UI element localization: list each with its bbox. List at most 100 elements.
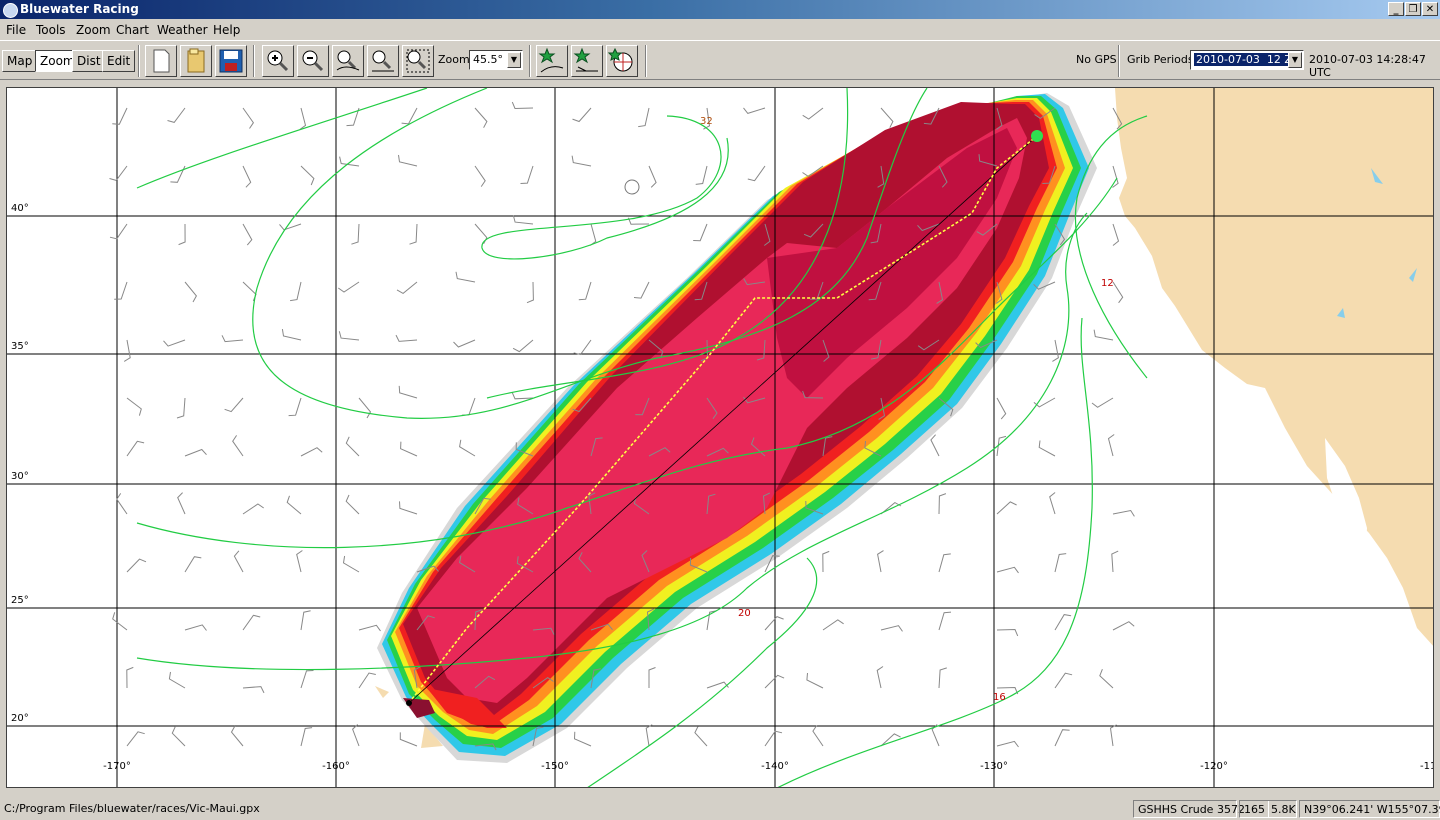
zoom-route-icon	[336, 50, 360, 71]
wind-barb	[1107, 434, 1115, 457]
zoom-in-button[interactable]	[262, 45, 294, 77]
toolbar-separator	[529, 45, 531, 77]
wind-barb	[279, 223, 302, 231]
wind-barb	[930, 434, 940, 457]
zoom-fit-icon	[372, 50, 394, 72]
current-position-marker[interactable]	[624, 179, 640, 195]
zoom-route-button[interactable]	[332, 45, 364, 77]
wind-barb	[168, 671, 186, 689]
zoom-select[interactable]: 45.5° ▼	[469, 50, 523, 70]
wind-barb	[358, 397, 372, 419]
wind-barb	[184, 281, 198, 303]
restore-button[interactable]: ❐	[1405, 2, 1421, 16]
wind-barb	[520, 165, 534, 184]
wind-barb	[743, 107, 766, 114]
wind-barb	[1112, 223, 1120, 246]
wind-barb	[221, 335, 244, 343]
edit-mode-button[interactable]: Edit	[102, 50, 136, 72]
wind-barb	[1038, 440, 1056, 457]
land-mass	[1115, 88, 1433, 646]
route-icon	[538, 47, 564, 73]
lon-label: -150°	[541, 761, 569, 772]
wind-barb	[300, 165, 315, 186]
isobar-label: 12	[1101, 278, 1114, 289]
zoom-fit-button[interactable]	[367, 45, 399, 77]
wind-barb	[242, 686, 265, 694]
grib-periods-value: 2010-07-03 12 Z	[1194, 53, 1294, 66]
wind-barb	[1093, 329, 1114, 341]
wind-barb	[645, 724, 653, 747]
wind-barb	[230, 725, 244, 747]
chevron-down-icon[interactable]: ▼	[1288, 52, 1302, 68]
new-file-button[interactable]	[145, 45, 177, 77]
wind-barb	[352, 724, 360, 747]
wind-barb	[512, 339, 534, 353]
wind-barb	[398, 385, 418, 399]
wind-barb	[573, 731, 592, 747]
save-button[interactable]	[215, 45, 247, 77]
open-file-button[interactable]	[180, 45, 212, 77]
wind-barb	[126, 440, 145, 457]
lat-label: 30°	[11, 471, 29, 482]
wind-barb	[242, 165, 252, 188]
chevron-down-icon[interactable]: ▼	[507, 52, 521, 68]
app-globe-icon	[3, 3, 18, 18]
wind-barb	[399, 501, 418, 515]
route-button[interactable]	[536, 45, 568, 77]
close-button[interactable]: ✕	[1422, 2, 1438, 16]
wind-barb	[938, 611, 952, 631]
route-optimize-button[interactable]	[571, 45, 603, 77]
start-marker[interactable]	[406, 700, 412, 706]
wind-barb	[126, 558, 147, 573]
wind-barb	[880, 107, 894, 128]
chart-canvas[interactable]: 32 12 20 16 40° 35° 30° 25° 20° -170° -1…	[7, 88, 1434, 788]
wind-barb	[806, 672, 824, 689]
wind-barb	[996, 566, 1019, 574]
lat-label: 40°	[11, 203, 29, 214]
wind-barb	[242, 503, 264, 515]
zoom-area-button[interactable]	[402, 45, 434, 77]
status-count: 165	[1239, 800, 1269, 818]
wind-barb	[572, 107, 592, 123]
wind-barb	[764, 730, 783, 747]
wind-barb	[938, 493, 947, 515]
wind-barb	[461, 397, 476, 416]
wind-speed-corridor	[377, 93, 1097, 763]
wind-barb	[300, 447, 323, 457]
finish-marker[interactable]	[1031, 130, 1043, 142]
wind-barb	[747, 165, 766, 182]
zoom-out-button[interactable]	[297, 45, 329, 77]
wind-barb	[1054, 614, 1072, 631]
window-title: Bluewater Racing	[20, 2, 139, 16]
dist-mode-button[interactable]: Dist	[72, 50, 106, 72]
minimize-button[interactable]: _	[1388, 2, 1404, 16]
menu-zoom[interactable]: Zoom	[76, 23, 111, 37]
wind-barb	[178, 223, 186, 246]
wind-barb	[351, 223, 360, 245]
menu-chart[interactable]: Chart	[116, 23, 149, 37]
wind-barb	[300, 610, 311, 631]
wind-barb	[299, 107, 307, 130]
menu-bar: File Tools Zoom Chart Weather Help	[0, 20, 1440, 39]
toolbar-separator	[645, 45, 647, 77]
wind-barb	[242, 614, 261, 631]
wind-barb	[453, 339, 476, 348]
menu-help[interactable]: Help	[213, 23, 240, 37]
wind-barb	[345, 494, 360, 515]
grib-periods-select[interactable]: 2010-07-03 12 Z ▼	[1190, 50, 1304, 70]
cursor-position: N39°06.241' W155°07.390'	[1299, 800, 1440, 818]
menu-file[interactable]: File	[6, 23, 26, 37]
wind-barb	[342, 555, 360, 573]
lon-label: -130°	[980, 761, 1008, 772]
menu-tools[interactable]: Tools	[36, 23, 66, 37]
weather-chart[interactable]: 32 12 20 16 40° 35° 30° 25° 20° -170° -1…	[6, 87, 1434, 788]
wind-barb	[455, 271, 476, 283]
wind-barb	[764, 616, 784, 631]
wind-barb	[338, 331, 360, 341]
menu-weather[interactable]: Weather	[157, 23, 208, 37]
wind-barb	[571, 155, 592, 167]
wind-barb	[996, 740, 1019, 748]
map-mode-button[interactable]: Map	[2, 50, 38, 72]
wind-barb	[693, 223, 708, 242]
polar-button[interactable]	[606, 45, 638, 77]
